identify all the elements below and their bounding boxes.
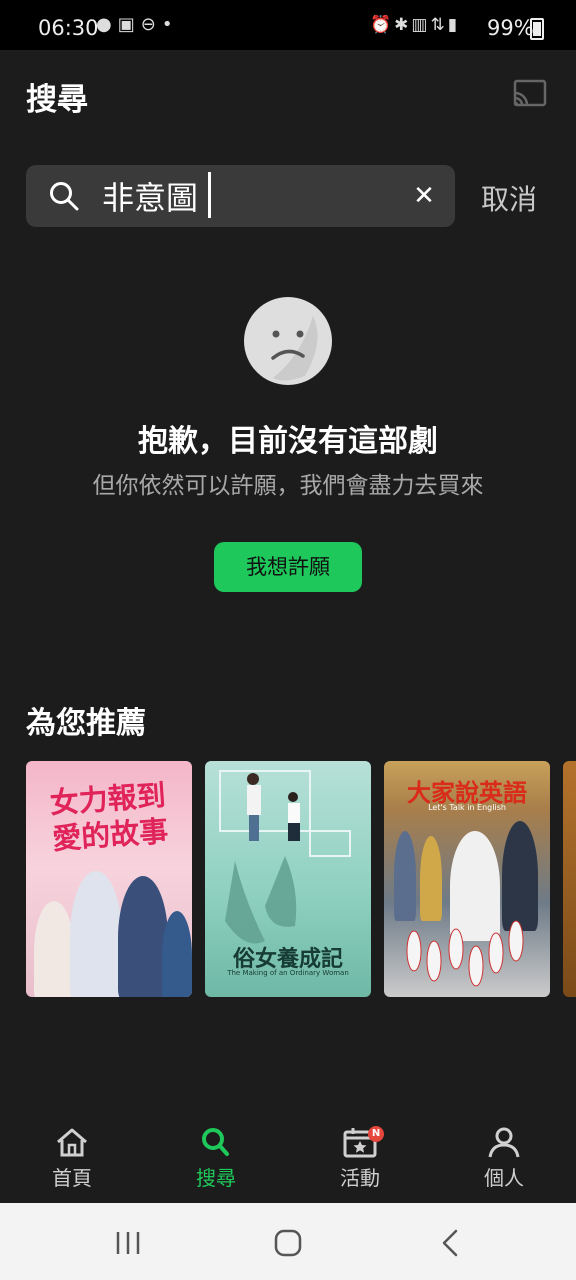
poster-card-partial[interactable] [563, 761, 576, 997]
sad-face-icon [244, 297, 332, 385]
person-icon [488, 1127, 520, 1158]
alarm-icon: ⏰ [370, 15, 395, 35]
battery-percent: 99% [487, 16, 534, 40]
nav-label: 搜尋 [196, 1166, 236, 1190]
volte-lte-icon: ▥ [411, 15, 431, 35]
chat-bubble-icon: ● [96, 14, 118, 35]
recommend-heading: 為您推薦 [26, 706, 146, 741]
search-input[interactable] [102, 170, 402, 222]
make-wish-button[interactable]: 我想許願 [214, 542, 362, 592]
bluetooth-icon: ✱ [394, 15, 412, 35]
empty-state-title: 抱歉，目前沒有這部劇 [138, 424, 438, 459]
poster-figure [394, 831, 416, 921]
poster-figure [420, 836, 442, 921]
poster-subtitle: Let's Talk in English [428, 803, 506, 812]
poster-card[interactable]: 俗女養成記 The Making of an Ordinary Woman [205, 761, 371, 997]
nav-label: 個人 [484, 1166, 524, 1190]
poster-subtitle: The Making of an Ordinary Woman [227, 969, 349, 977]
poster-figure [34, 901, 74, 997]
bowling-pins [406, 920, 524, 987]
cast-icon[interactable] [513, 79, 547, 107]
signal-icon: ▮ [447, 15, 461, 35]
status-right-icons: ⏰✱▥⇅▮ [370, 15, 460, 35]
poster-figure [162, 911, 192, 997]
notification-badge: N [368, 1126, 384, 1142]
nav-search[interactable]: 搜尋 [166, 1126, 266, 1196]
nav-label: 首頁 [52, 1166, 92, 1190]
clear-search-button[interactable]: ✕ [410, 180, 438, 212]
home-button-icon[interactable] [274, 1229, 302, 1257]
recent-apps-icon[interactable] [112, 1230, 144, 1256]
status-bar: 06:30 ●▣⊖• ⏰✱▥⇅▮ 99% [0, 0, 576, 50]
status-left-icons: ●▣⊖• [96, 14, 178, 35]
nav-events[interactable]: N 活動 [310, 1126, 410, 1196]
empty-state-subtitle: 但你依然可以許願，我們會盡力去買來 [92, 473, 484, 499]
poster-figure [118, 876, 168, 997]
cancel-button[interactable]: 取消 [481, 178, 537, 218]
search-icon [50, 182, 79, 211]
battery-icon [530, 18, 544, 40]
poster-card[interactable]: 女力報到 愛的故事 [26, 761, 192, 997]
dot-icon: • [161, 14, 179, 35]
nav-home[interactable]: 首頁 [22, 1126, 122, 1196]
page-title: 搜尋 [26, 82, 88, 118]
back-icon[interactable] [440, 1229, 460, 1257]
status-time: 06:30 [38, 16, 99, 40]
nav-profile[interactable]: 個人 [454, 1126, 554, 1196]
do-not-disturb-icon: ⊖ [140, 14, 162, 35]
poster-figure [70, 871, 122, 997]
nav-label: 活動 [340, 1166, 380, 1190]
home-icon [57, 1128, 87, 1157]
poster-title: 女力報到 愛的故事 [48, 778, 170, 856]
system-nav-bar [0, 1203, 576, 1280]
4g-data-icon: ⇅ [430, 15, 448, 35]
iqiyi-icon: ▣ [117, 14, 141, 35]
text-cursor [208, 172, 211, 218]
poster-card[interactable]: 大家說英語 Let's Talk in English [384, 761, 550, 997]
search-icon [202, 1128, 229, 1156]
